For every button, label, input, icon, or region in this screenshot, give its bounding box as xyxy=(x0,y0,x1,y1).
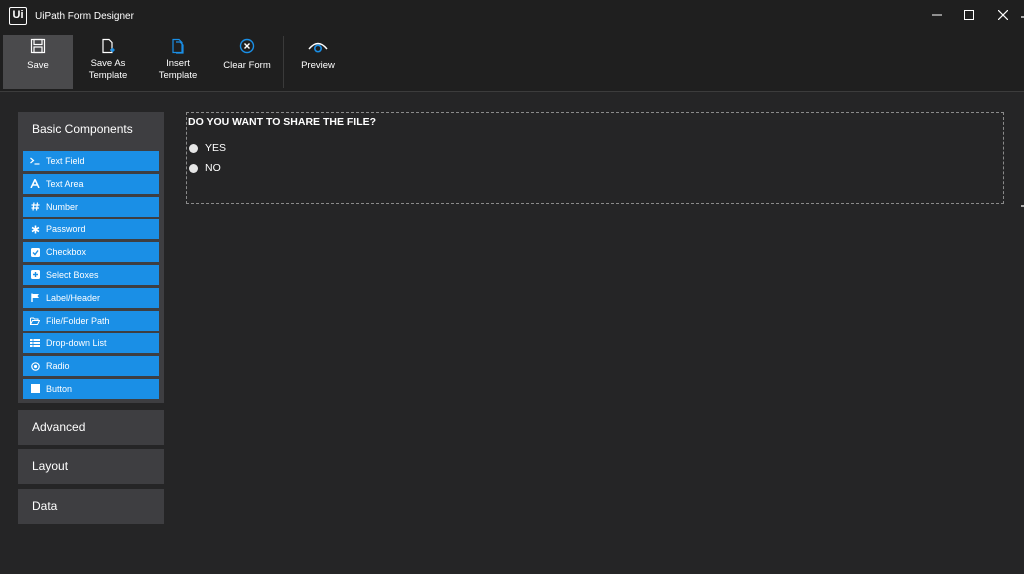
save-template-icon xyxy=(100,37,116,55)
asterisk-icon xyxy=(30,224,40,234)
floppy-disk-icon xyxy=(30,37,46,55)
component-label: Checkbox xyxy=(46,247,87,258)
clear-form-button[interactable]: Clear Form xyxy=(216,35,278,87)
insert-template-label: Insert Template xyxy=(159,58,198,82)
insert-template-button[interactable]: Insert Template xyxy=(146,35,210,87)
insert-template-icon xyxy=(170,37,186,55)
label-line-2: Template xyxy=(158,70,198,81)
basic-components-list: Text Field Text Area Number Password Che… xyxy=(18,147,164,403)
maximize-button[interactable] xyxy=(950,0,988,30)
terminal-prompt-icon xyxy=(30,156,40,166)
window-title: UiPath Form Designer xyxy=(35,11,134,22)
list-icon xyxy=(30,338,40,348)
clear-form-label: Clear Form xyxy=(223,60,271,71)
save-as-template-button[interactable]: Save As Template xyxy=(76,35,140,87)
radio-button[interactable] xyxy=(189,143,198,153)
close-button[interactable] xyxy=(984,0,1022,30)
label-line-1: Save As xyxy=(90,58,126,69)
radio-button[interactable] xyxy=(189,163,198,173)
preview-button[interactable]: Preview xyxy=(290,35,346,87)
folder-open-icon xyxy=(30,316,40,326)
minimize-icon xyxy=(932,14,942,16)
component-label: Label/Header xyxy=(46,292,101,303)
group-tab-advanced[interactable]: Advanced xyxy=(18,410,164,445)
maximize-icon xyxy=(964,10,974,20)
component-file-folder-path[interactable]: File/Folder Path xyxy=(23,310,159,331)
toolbar-separator xyxy=(283,36,284,88)
eye-preview-icon xyxy=(307,37,329,55)
component-radio[interactable]: Radio xyxy=(23,356,159,377)
save-label: Save xyxy=(27,60,49,71)
radio-option-no[interactable]: NO xyxy=(189,162,221,174)
components-sidebar: Basic Components Text Field Text Area Nu… xyxy=(18,112,164,403)
component-button[interactable]: Button xyxy=(23,378,159,399)
uipath-logo: Ui xyxy=(9,7,27,25)
component-text-field[interactable]: Text Field xyxy=(23,151,159,171)
component-label: Drop-down List xyxy=(46,338,107,349)
stop-square-icon xyxy=(30,384,40,394)
group-tab-data[interactable]: Data xyxy=(18,489,164,524)
component-label: Password xyxy=(46,224,86,235)
component-label: Radio xyxy=(46,361,70,372)
close-icon xyxy=(998,10,1008,20)
hash-icon xyxy=(30,202,40,212)
plus-square-icon xyxy=(30,270,40,280)
question-label: DO YOU WANT TO SHARE THE FILE? xyxy=(188,116,377,128)
component-label: Number xyxy=(46,201,79,212)
component-label: File/Folder Path xyxy=(46,315,110,326)
component-label: Button xyxy=(46,383,73,394)
basic-components-header[interactable]: Basic Components xyxy=(18,112,164,147)
form-canvas[interactable]: DO YOU WANT TO SHARE THE FILE? YES NO xyxy=(186,112,1004,204)
label-line-2: Template xyxy=(88,70,128,81)
radio-option-label: YES xyxy=(205,142,227,154)
component-label: Text Area xyxy=(46,178,84,189)
label-line-1: Insert xyxy=(166,58,190,69)
radio-option-yes[interactable]: YES xyxy=(189,142,226,154)
group-tab-layout[interactable]: Layout xyxy=(18,449,164,484)
font-a-icon xyxy=(30,179,40,189)
save-as-template-label: Save As Template xyxy=(89,58,128,82)
component-number[interactable]: Number xyxy=(23,196,159,217)
radio-option-label: NO xyxy=(205,162,221,174)
component-label-header[interactable]: Label/Header xyxy=(23,287,159,308)
component-password[interactable]: Password xyxy=(23,219,159,240)
component-text-area[interactable]: Text Area xyxy=(23,173,159,194)
save-button[interactable]: Save xyxy=(3,35,73,89)
checkbox-icon xyxy=(30,247,40,257)
preview-label: Preview xyxy=(301,60,335,71)
title-bar: Ui UiPath Form Designer xyxy=(0,0,1024,30)
component-select-boxes[interactable]: Select Boxes xyxy=(23,264,159,285)
component-drop-down-list[interactable]: Drop-down List xyxy=(23,333,159,354)
component-label: Text Field xyxy=(46,156,85,166)
clear-circle-x-icon xyxy=(239,37,255,55)
component-label: Select Boxes xyxy=(46,269,99,280)
radio-dot-icon xyxy=(30,361,40,371)
flag-icon xyxy=(30,293,40,303)
component-checkbox[interactable]: Checkbox xyxy=(23,242,159,263)
